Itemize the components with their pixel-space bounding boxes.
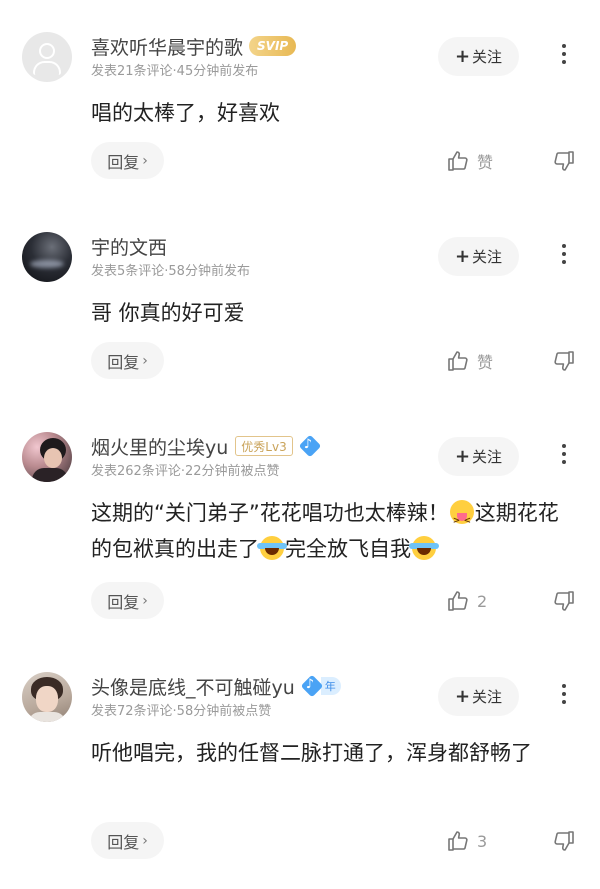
music-note-badge-icon: ♪ [298,434,322,458]
username[interactable]: 头像是底线_不可触碰yu [91,673,295,700]
follow-button[interactable]: + 关注 [438,677,519,716]
follow-label: 关注 [472,448,503,466]
thumbs-up-icon [448,831,468,851]
thumbs-up-icon [448,351,468,371]
reply-label: 回复 [107,592,140,612]
follow-label: 关注 [472,248,503,266]
comment-text: 这期的“关门弟子”花花唱功也太棒辣！这期花花的包袱真的出走了完全放飞自我 [91,495,571,567]
default-avatar-icon [39,43,55,59]
more-vertical-icon[interactable] [556,440,572,472]
username[interactable]: 宇的文西 [91,233,167,260]
comment-meta: 发表5条评论·58分钟前发布 [91,264,250,279]
username[interactable]: 烟火里的尘埃yu [91,433,228,460]
follow-button[interactable]: + 关注 [438,37,519,76]
level-badge: 优秀Lv3 [235,436,293,456]
thumbs-down-icon[interactable] [552,829,576,853]
comment-text: 唱的太棒了，好喜欢 [91,101,280,125]
comment-meta: 发表21条评论·45分钟前发布 [91,64,259,79]
plus-icon: + [454,46,471,67]
laughing-tears-emoji-icon [409,536,439,560]
more-vertical-icon[interactable] [556,40,572,72]
plus-icon: + [454,686,471,707]
reply-label: 回复 [107,832,140,852]
like-label: 赞 [477,153,494,172]
follow-label: 关注 [472,48,503,66]
plus-icon: + [454,246,471,267]
like-count: 2 [477,591,488,611]
svip-badge: SVIP [249,36,297,56]
reply-button[interactable]: 回复 › [91,142,164,179]
follow-button[interactable]: + 关注 [438,437,519,476]
comment-meta: 发表262条评论·22分钟前被点赞 [91,464,280,479]
year-badge: 年 [320,677,341,695]
user-row: 烟火里的尘埃yu 优秀Lv3 ♪ [91,432,322,460]
like-button[interactable]: 赞 [446,148,493,174]
avatar[interactable] [22,232,72,282]
like-button[interactable]: 2 [446,588,487,614]
comment-text-part: 这期的“关门弟子”花花唱功也太棒辣！ [91,501,449,525]
like-label: 赞 [477,353,494,372]
follow-button[interactable]: + 关注 [438,237,519,276]
chevron-right-icon: › [142,352,148,369]
chevron-right-icon: › [142,592,148,609]
comment-text-part: 完全放飞自我 [285,537,411,561]
music-note-badge-icon: ♪ [300,674,324,698]
thumbs-up-icon [448,591,468,611]
avatar[interactable] [22,32,72,82]
comment-text: 哥 你真的好可爱 [91,301,245,325]
user-row: 喜欢听华晨宇的歌 SVIP [91,32,297,60]
comment-meta: 发表72条评论·58分钟前被点赞 [91,704,272,719]
plus-icon: + [454,446,471,467]
reply-button[interactable]: 回复 › [91,342,164,379]
avatar[interactable] [22,672,72,722]
follow-label: 关注 [472,688,503,706]
thumbs-down-icon[interactable] [552,589,576,613]
avatar[interactable] [22,432,72,482]
thumbs-down-icon[interactable] [552,149,576,173]
reply-button[interactable]: 回复 › [91,822,164,859]
like-count: 3 [477,831,488,851]
reply-label: 回复 [107,152,140,172]
username[interactable]: 喜欢听华晨宇的歌 [91,33,243,60]
comment-text: 听他唱完，我的任督二脉打通了，浑身都舒畅了 [91,741,532,765]
like-button[interactable]: 赞 [446,348,493,374]
chevron-right-icon: › [142,832,148,849]
reply-button[interactable]: 回复 › [91,582,164,619]
user-row: 头像是底线_不可触碰yu ♪ 年 [91,672,341,700]
thumbs-down-icon[interactable] [552,349,576,373]
thumbs-up-icon [448,151,468,171]
more-vertical-icon[interactable] [556,240,572,272]
user-row: 宇的文西 [91,232,167,260]
more-vertical-icon[interactable] [556,680,572,712]
chevron-right-icon: › [142,152,148,169]
tongue-out-emoji-icon [449,500,474,539]
like-button[interactable]: 3 [446,828,487,854]
reply-label: 回复 [107,352,140,372]
laughing-tears-emoji-icon [257,536,287,560]
